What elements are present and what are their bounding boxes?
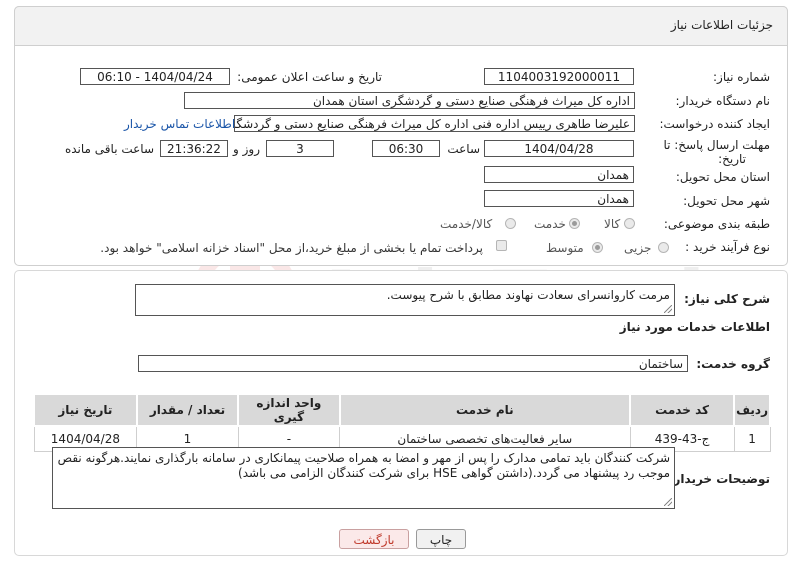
col-unit: واحد اندازه گیری [237, 393, 341, 427]
summary-label: شرح کلی نیاز: [684, 292, 770, 306]
buyer-notes-label: توضیحات خریدار: [668, 472, 770, 486]
need-number-field: 1104003192000011 [484, 68, 634, 85]
print-button[interactable]: چاپ [416, 529, 466, 549]
col-date: تاریخ نیاز [33, 393, 138, 427]
delivery-city-field: همدان [484, 190, 634, 207]
remaining-time-field: 21:36:22 [160, 140, 228, 157]
back-button[interactable]: بازگشت [339, 529, 409, 549]
buyer-contact-link[interactable]: اطلاعات تماس خریدار [124, 117, 235, 131]
remaining-label: ساعت باقی مانده [64, 142, 154, 156]
days-label: روز و [233, 142, 260, 156]
announce-datetime-label: تاریخ و ساعت اعلان عمومی: [237, 70, 382, 84]
category-option-goods-radio[interactable] [624, 218, 635, 229]
deadline-label: مهلت ارسال پاسخ: تا [663, 138, 770, 152]
delivery-province-label: استان محل تحویل: [675, 170, 770, 184]
col-qty: تعداد / مقدار [135, 393, 240, 427]
need-number-label: شماره نیاز: [713, 70, 770, 84]
purchase-option-minor-radio[interactable] [658, 242, 669, 253]
resize-handle-icon[interactable] [664, 498, 672, 506]
buyer-org-field: اداره کل میراث فرهنگی صنایع دستی و گردشگ… [184, 92, 635, 109]
delivery-city-label: شهر محل تحویل: [683, 194, 770, 208]
deadline-time-label: ساعت [447, 142, 480, 156]
summary-field: مرمت کاروانسرای سعادت نهاوند مطابق با شر… [135, 284, 675, 316]
category-option-goods-label: کالا [604, 217, 621, 231]
deadline-label-date: تاریخ: [718, 152, 746, 166]
purchase-option-minor-label: جزیی [624, 241, 652, 255]
panel-title: جزئیات اطلاعات نیاز [670, 18, 773, 32]
cell-row: 1 [733, 425, 771, 452]
treasury-note: پرداخت تمام یا بخشی از مبلغ خرید،از محل … [100, 241, 483, 255]
announce-datetime-field: 1404/04/24 - 06:10 [80, 68, 230, 85]
panel-header: جزئیات اطلاعات نیاز [14, 6, 788, 46]
delivery-province-field: همدان [484, 166, 634, 183]
requester-label: ایجاد کننده درخواست: [659, 117, 770, 131]
category-option-service-radio[interactable] [569, 218, 580, 229]
category-option-service-label: خدمت [534, 217, 566, 231]
col-name: نام خدمت [338, 393, 632, 427]
col-code: کد خدمت [629, 393, 736, 427]
buyer-notes-text: شرکت کنندگان باید تمامی مدارک را پس از م… [57, 451, 670, 480]
category-option-both-label: کالا/خدمت [440, 217, 493, 231]
days-field: 3 [266, 140, 334, 157]
category-option-both-radio[interactable] [505, 218, 516, 229]
resize-handle-icon[interactable] [664, 305, 672, 313]
purchase-option-medium-label: متوسط [546, 241, 584, 255]
services-section-title: اطلاعات خدمات مورد نیاز [619, 320, 770, 334]
category-label: طبقه بندی موضوعی: [663, 217, 770, 231]
buyer-org-label: نام دستگاه خریدار: [675, 94, 771, 108]
deadline-time-field: 06:30 [372, 140, 440, 157]
services-table-header: ردیف کد خدمت نام خدمت واحد اندازه گیری ت… [33, 393, 771, 427]
service-group-field: ساختمان [138, 355, 688, 372]
buyer-notes-field: شرکت کنندگان باید تمامی مدارک را پس از م… [52, 447, 675, 509]
requester-field: علیرضا طاهری رییس اداره فنی اداره کل میر… [234, 115, 635, 132]
purchase-option-medium-radio[interactable] [592, 242, 603, 253]
treasury-checkbox[interactable] [496, 240, 507, 251]
purchase-type-label: نوع فرآیند خرید : [685, 240, 770, 254]
summary-text: مرمت کاروانسرای سعادت نهاوند مطابق با شر… [386, 288, 670, 302]
service-group-label: گروه خدمت: [696, 357, 770, 371]
col-row: ردیف [733, 393, 771, 427]
deadline-date-field: 1404/04/28 [484, 140, 634, 157]
services-table: ردیف کد خدمت نام خدمت واحد اندازه گیری ت… [33, 393, 771, 452]
